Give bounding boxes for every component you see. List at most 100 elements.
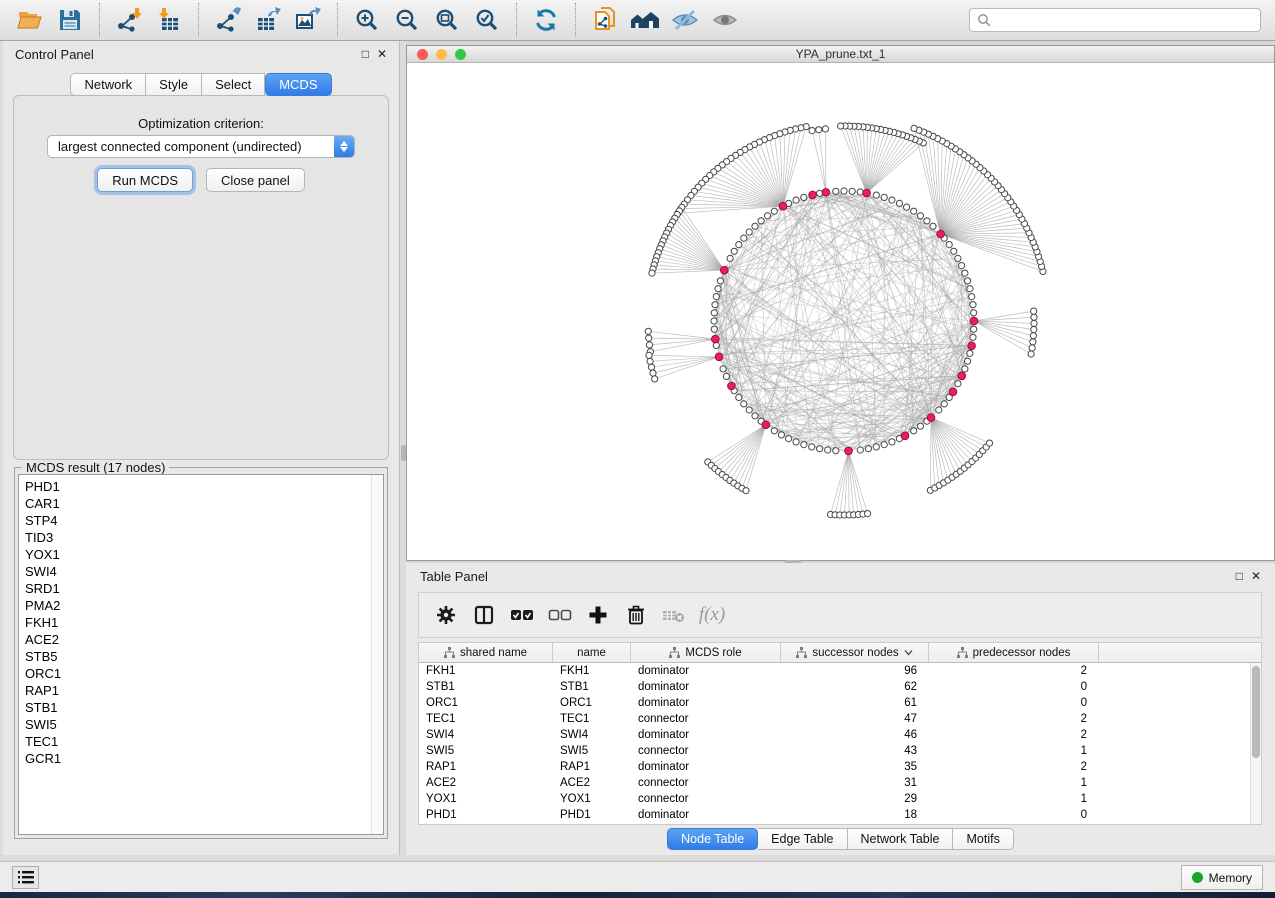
- network-canvas[interactable]: [407, 63, 1274, 560]
- table-cell[interactable]: 2: [929, 727, 1099, 743]
- mcds-list-scrollbar[interactable]: [371, 475, 383, 834]
- table-cell[interactable]: 0: [929, 679, 1099, 695]
- mcds-node-item[interactable]: STP4: [25, 512, 370, 529]
- table-cell[interactable]: 29: [781, 791, 929, 807]
- table-cell[interactable]: 62: [781, 679, 929, 695]
- table-cell[interactable]: SWI5: [553, 743, 631, 759]
- mcds-node-item[interactable]: SRD1: [25, 580, 370, 597]
- table-cell[interactable]: YOX1: [553, 791, 631, 807]
- table-cell[interactable]: ORC1: [419, 695, 553, 711]
- table-cell[interactable]: 61: [781, 695, 929, 711]
- table-cell[interactable]: 0: [929, 695, 1099, 711]
- table-cell[interactable]: STB1: [419, 679, 553, 695]
- table-cell[interactable]: ORC1: [553, 695, 631, 711]
- table-cell[interactable]: 0: [929, 807, 1099, 823]
- mcds-node-item[interactable]: STB5: [25, 648, 370, 665]
- table-row[interactable]: SWI4SWI4dominator462: [419, 727, 1250, 743]
- mcds-node-item[interactable]: ORC1: [25, 665, 370, 682]
- table-cell[interactable]: STB1: [553, 679, 631, 695]
- table-cell[interactable]: TEC1: [419, 711, 553, 727]
- search-input[interactable]: [996, 13, 1253, 27]
- export-table-button[interactable]: [251, 5, 285, 35]
- table-cell[interactable]: RAP1: [419, 759, 553, 775]
- run-mcds-button[interactable]: Run MCDS: [97, 168, 193, 192]
- table-cell[interactable]: 2: [929, 663, 1099, 679]
- column-header-successor-nodes[interactable]: successor nodes: [781, 643, 929, 662]
- select-all-rows-button[interactable]: [505, 598, 539, 632]
- tab-network-table[interactable]: Network Table: [848, 828, 954, 850]
- tab-network[interactable]: Network: [70, 73, 146, 96]
- mcds-node-item[interactable]: FKH1: [25, 614, 370, 631]
- table-settings-button[interactable]: [429, 598, 463, 632]
- table-cell[interactable]: 96: [781, 663, 929, 679]
- table-cell[interactable]: RAP1: [553, 759, 631, 775]
- delete-column-button[interactable]: [619, 598, 653, 632]
- mcds-node-item[interactable]: RAP1: [25, 682, 370, 699]
- float-panel-icon[interactable]: □: [362, 48, 369, 60]
- memory-button[interactable]: Memory: [1181, 865, 1263, 890]
- mcds-node-item[interactable]: CAR1: [25, 495, 370, 512]
- table-cell[interactable]: FKH1: [553, 663, 631, 679]
- deselect-all-rows-button[interactable]: [543, 598, 577, 632]
- table-cell[interactable]: dominator: [631, 663, 781, 679]
- table-cell[interactable]: connector: [631, 791, 781, 807]
- table-cell[interactable]: ACE2: [419, 775, 553, 791]
- table-cell[interactable]: 46: [781, 727, 929, 743]
- zoom-fit-button[interactable]: [430, 5, 464, 35]
- table-row[interactable]: TEC1TEC1connector472: [419, 711, 1250, 727]
- search-box[interactable]: [969, 8, 1261, 32]
- mcds-node-item[interactable]: PHD1: [25, 478, 370, 495]
- table-row[interactable]: PHD1PHD1dominator180: [419, 807, 1250, 823]
- table-vertical-scrollbar[interactable]: [1250, 663, 1261, 824]
- table-cell[interactable]: PHD1: [419, 807, 553, 823]
- tab-motifs[interactable]: Motifs: [953, 828, 1013, 850]
- table-cell[interactable]: TEC1: [553, 711, 631, 727]
- table-cell[interactable]: PHD1: [553, 807, 631, 823]
- table-row[interactable]: FKH1FKH1dominator962: [419, 663, 1250, 679]
- float-panel-icon[interactable]: □: [1236, 570, 1243, 582]
- refresh-button[interactable]: [529, 5, 563, 35]
- table-cell[interactable]: dominator: [631, 695, 781, 711]
- tab-edge-table[interactable]: Edge Table: [758, 828, 847, 850]
- scrollbar-thumb[interactable]: [1252, 666, 1260, 758]
- add-column-button[interactable]: [581, 598, 615, 632]
- mcds-node-item[interactable]: GCR1: [25, 750, 370, 767]
- splitter-handle[interactable]: [401, 445, 406, 461]
- table-cell[interactable]: 35: [781, 759, 929, 775]
- table-cell[interactable]: dominator: [631, 679, 781, 695]
- first-neighbors-button[interactable]: [628, 5, 662, 35]
- column-header-mcds-role[interactable]: MCDS role: [631, 643, 781, 662]
- close-panel-icon[interactable]: ✕: [377, 48, 387, 60]
- zoom-out-button[interactable]: [390, 5, 424, 35]
- table-cell[interactable]: dominator: [631, 807, 781, 823]
- table-row[interactable]: ORC1ORC1dominator610: [419, 695, 1250, 711]
- close-panel-icon[interactable]: ✕: [1251, 570, 1261, 582]
- open-file-button[interactable]: [13, 5, 47, 35]
- tab-mcds[interactable]: MCDS: [265, 73, 331, 96]
- hide-selected-button[interactable]: [668, 5, 702, 35]
- table-cell[interactable]: 1: [929, 775, 1099, 791]
- table-cell[interactable]: 31: [781, 775, 929, 791]
- table-cell[interactable]: 2: [929, 711, 1099, 727]
- table-cell[interactable]: ACE2: [553, 775, 631, 791]
- show-all-button[interactable]: [708, 5, 742, 35]
- mcds-node-item[interactable]: TEC1: [25, 733, 370, 750]
- table-row[interactable]: STB1STB1dominator620: [419, 679, 1250, 695]
- tab-style[interactable]: Style: [146, 73, 202, 96]
- table-cell[interactable]: FKH1: [419, 663, 553, 679]
- clone-network-button[interactable]: [588, 5, 622, 35]
- mcds-node-item[interactable]: SWI4: [25, 563, 370, 580]
- optimization-criterion-select[interactable]: largest connected component (undirected): [47, 135, 355, 158]
- mcds-node-item[interactable]: TID3: [25, 529, 370, 546]
- mcds-result-list[interactable]: PHD1CAR1STP4TID3YOX1SWI4SRD1PMA2FKH1ACE2…: [18, 474, 384, 835]
- mcds-node-item[interactable]: STB1: [25, 699, 370, 716]
- table-cell[interactable]: SWI5: [419, 743, 553, 759]
- table-row[interactable]: SWI5SWI5connector431: [419, 743, 1250, 759]
- table-cell[interactable]: 43: [781, 743, 929, 759]
- table-cell[interactable]: YOX1: [419, 791, 553, 807]
- table-cell[interactable]: connector: [631, 711, 781, 727]
- tab-node-table[interactable]: Node Table: [667, 828, 758, 850]
- table-cell[interactable]: SWI4: [419, 727, 553, 743]
- mcds-node-item[interactable]: YOX1: [25, 546, 370, 563]
- mcds-node-item[interactable]: ACE2: [25, 631, 370, 648]
